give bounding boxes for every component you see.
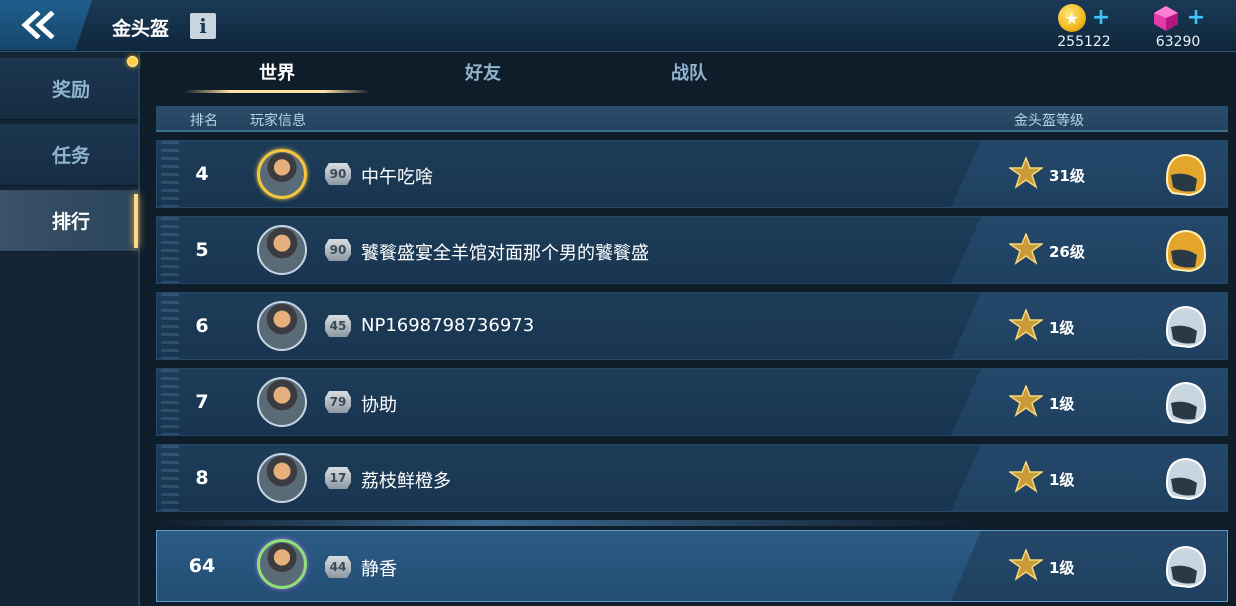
sidebar-item-rewards[interactable]: 奖励 — [0, 58, 138, 120]
avatar[interactable] — [257, 301, 307, 351]
level-badge: 79 — [325, 391, 351, 413]
player-name: 荔枝鲜橙多 — [361, 471, 451, 492]
header-rank: 排名 — [190, 113, 218, 129]
helmet-level: 1级 — [1049, 559, 1075, 577]
avatar[interactable] — [257, 453, 307, 503]
star-icon — [1009, 233, 1043, 265]
gold-helmet-icon — [1165, 153, 1207, 197]
table-row[interactable]: 7 79 协助 1级 — [156, 368, 1228, 436]
coin-balance: ★ + 255122 — [1044, 4, 1124, 50]
tab-world[interactable]: 世界 — [184, 58, 370, 96]
avatar[interactable] — [257, 149, 307, 199]
table-row[interactable]: 6 45 NP1698798736973 1级 — [156, 292, 1228, 360]
my-rank-row[interactable]: 64 44 静香 1级 — [156, 530, 1228, 602]
helmet-level: 1级 — [1049, 319, 1075, 337]
sidebar: 奖励 任务 排行 — [0, 52, 140, 606]
row-rank: 4 — [195, 163, 209, 185]
gem-icon — [1153, 6, 1178, 31]
notification-dot — [127, 56, 138, 67]
gem-balance: + 63290 — [1138, 4, 1218, 50]
double-chevron-left-icon — [21, 11, 55, 39]
list-header: 排名 玩家信息 金头盔等级 — [156, 106, 1228, 132]
row-rank: 6 — [195, 315, 209, 337]
sidebar-item-label: 奖励 — [52, 79, 91, 101]
table-row[interactable]: 4 90 中午吃啥 31级 — [156, 140, 1228, 208]
add-gems-button[interactable]: + — [1187, 7, 1205, 29]
avatar[interactable] — [257, 377, 307, 427]
row-rank: 64 — [188, 555, 216, 577]
star-icon — [1009, 385, 1043, 417]
gold-helmet-icon — [1165, 229, 1207, 273]
table-row[interactable]: 5 90 饕餮盛宴全羊馆对面那个男的饕餮盛 26级 — [156, 216, 1228, 284]
silver-helmet-icon — [1165, 457, 1207, 501]
level-badge: 90 — [325, 163, 351, 185]
player-name: 静香 — [361, 559, 397, 580]
helmet-level: 31级 — [1049, 167, 1085, 185]
tab-friends[interactable]: 好友 — [390, 58, 576, 96]
sidebar-item-label: 排行 — [52, 211, 91, 233]
header-helmet-level: 金头盔等级 — [1014, 113, 1084, 129]
info-icon[interactable]: i — [190, 13, 216, 39]
star-icon — [1009, 157, 1043, 189]
silver-helmet-icon — [1165, 305, 1207, 349]
back-button[interactable] — [0, 0, 92, 50]
avatar[interactable] — [257, 225, 307, 275]
avatar[interactable] — [257, 539, 307, 589]
player-name: NP1698798736973 — [361, 315, 535, 336]
player-name: 中午吃啥 — [361, 167, 433, 188]
add-coins-button[interactable]: + — [1092, 7, 1110, 29]
star-icon — [1009, 549, 1043, 581]
helmet-level: 1级 — [1049, 395, 1075, 413]
level-badge: 44 — [325, 556, 351, 578]
level-badge: 17 — [325, 467, 351, 489]
row-rank: 7 — [195, 391, 209, 413]
header-player-info: 玩家信息 — [250, 113, 306, 129]
sidebar-item-tasks[interactable]: 任务 — [0, 124, 138, 186]
coin-value: 255122 — [1057, 34, 1111, 50]
level-badge: 45 — [325, 315, 351, 337]
top-bar: 金头盔 i ★ + 255122 + 63290 — [0, 0, 1236, 52]
star-icon — [1009, 309, 1043, 341]
level-badge: 90 — [325, 239, 351, 261]
sidebar-item-ranking[interactable]: 排行 — [0, 190, 138, 252]
helmet-level: 1级 — [1049, 471, 1075, 489]
silver-helmet-icon — [1165, 381, 1207, 425]
player-name: 协助 — [361, 395, 397, 416]
tab-team[interactable]: 战队 — [596, 58, 782, 96]
sidebar-item-label: 任务 — [52, 145, 91, 167]
list-divider — [156, 520, 980, 526]
row-rank: 5 — [195, 239, 209, 261]
row-rank: 8 — [195, 467, 209, 489]
helmet-level: 26级 — [1049, 243, 1085, 261]
star-icon — [1009, 461, 1043, 493]
silver-helmet-icon — [1165, 545, 1207, 589]
page-title: 金头盔 — [112, 18, 170, 40]
gem-value: 63290 — [1155, 34, 1201, 50]
player-name: 饕餮盛宴全羊馆对面那个男的饕餮盛 — [361, 243, 649, 264]
coin-icon: ★ — [1057, 4, 1086, 32]
table-row[interactable]: 8 17 荔枝鲜橙多 1级 — [156, 444, 1228, 512]
